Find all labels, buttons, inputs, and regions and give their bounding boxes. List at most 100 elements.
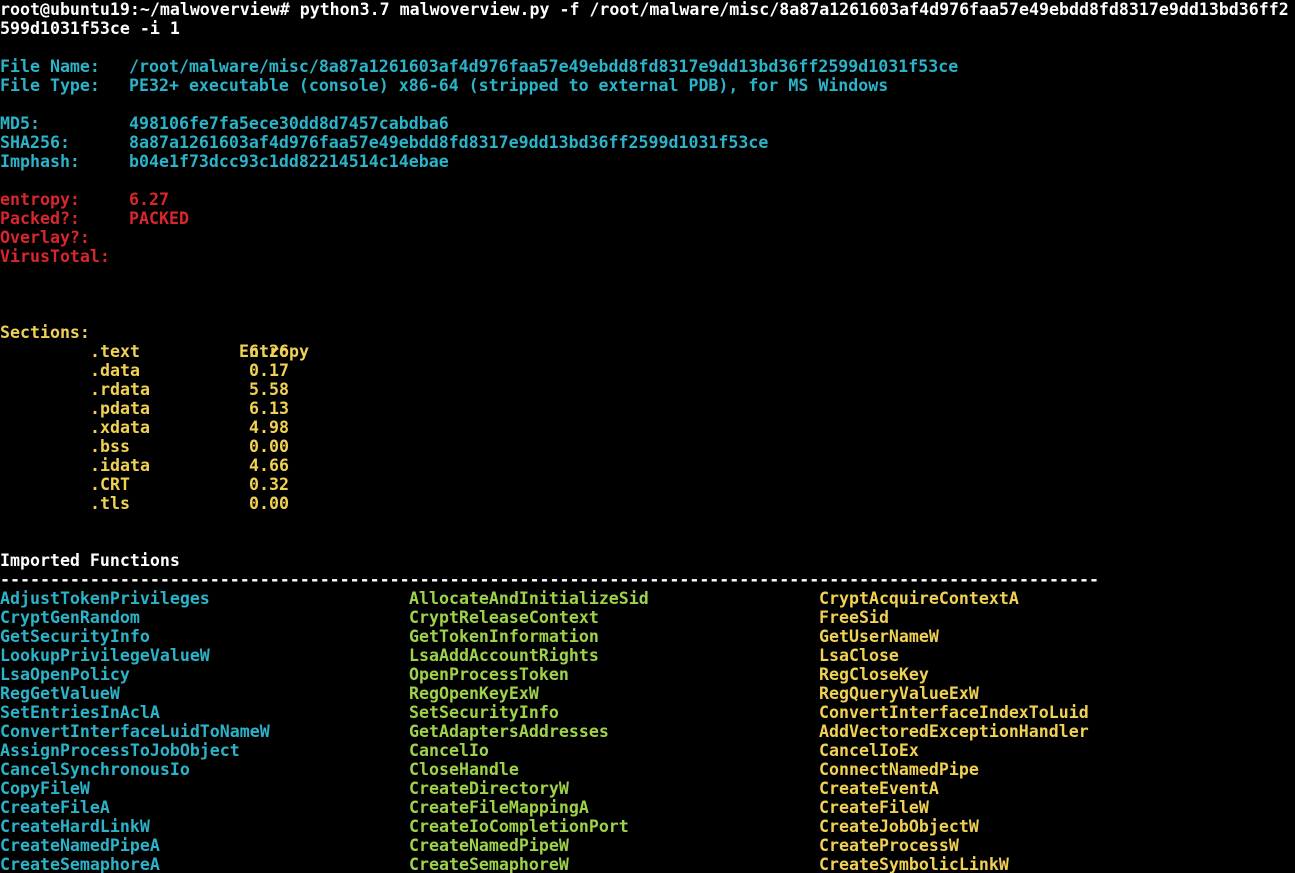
- import-function: ConnectNamedPipe: [819, 760, 979, 779]
- section-entropy: 6.13: [249, 399, 289, 418]
- import-function: CryptAcquireContextA: [819, 589, 1019, 608]
- import-row: ConvertInterfaceLuidToNameW GetAdaptersAd…: [0, 722, 1295, 741]
- file-type-value: PE32+ executable (console) x86-64 (strip…: [129, 76, 889, 95]
- import-function: CreateFileMappingA: [409, 798, 589, 817]
- section-row: .data 0.17: [0, 361, 1295, 380]
- import-row: CreateSemaphoreA CreateSemaphoreW CreateSy…: [0, 855, 1295, 873]
- import-function: LookupPrivilegeValueW: [0, 646, 210, 665]
- section-row: .bss 0.00: [0, 437, 1295, 456]
- import-function: CopyFileW: [0, 779, 90, 798]
- import-function: LsaAddAccountRights: [409, 646, 599, 665]
- section-entropy: 4.98: [249, 418, 289, 437]
- entropy-value: 6.27: [129, 190, 169, 209]
- section-entropy: 0.17: [249, 361, 289, 380]
- md5-value: 498106fe7fa5ece30dd8d7457cabdba6: [129, 114, 449, 133]
- import-row: CreateFileA CreateFileMappingA CreateFileW: [0, 798, 1295, 817]
- import-function: CryptReleaseContext: [409, 608, 599, 627]
- section-name: .xdata: [90, 418, 150, 437]
- packed-row: Packed?: PACKED: [0, 209, 1295, 228]
- import-function: AddVectoredExceptionHandler: [819, 722, 1089, 741]
- import-function: AllocateAndInitializeSid: [409, 589, 649, 608]
- import-function: AssignProcessToJobObject: [0, 741, 240, 760]
- sha256-label: SHA256:: [0, 133, 70, 152]
- import-function: RegCloseKey: [819, 665, 929, 684]
- section-entropy: 0.32: [249, 475, 289, 494]
- imports-title: Imported Functions: [0, 551, 180, 570]
- import-function: CloseHandle: [409, 760, 519, 779]
- import-row: LsaOpenPolicy OpenProcessToken RegCloseKey: [0, 665, 1295, 684]
- import-function: GetUserNameW: [819, 627, 939, 646]
- imports-list: AdjustTokenPrivileges AllocateAndInitiali…: [0, 589, 1295, 873]
- import-function: CreateHardLinkW: [0, 817, 150, 836]
- command-line: root@ubuntu19:~/malwoverview# python3.7 …: [0, 0, 1289, 19]
- import-function: GetTokenInformation: [409, 627, 599, 646]
- section-row: .idata 4.66: [0, 456, 1295, 475]
- packed-value: PACKED: [129, 209, 189, 228]
- file-type-row: File Type: PE32+ executable (console) x8…: [0, 76, 1295, 95]
- imphash-label: Imphash:: [0, 152, 80, 171]
- import-function: RegOpenKeyExW: [409, 684, 539, 703]
- import-function: SetSecurityInfo: [409, 703, 559, 722]
- import-function: RegGetValueW: [0, 684, 120, 703]
- section-row: .tls 0.00: [0, 494, 1295, 513]
- import-function: CreateNamedPipeA: [0, 836, 160, 855]
- section-name: .pdata: [90, 399, 150, 418]
- import-row: GetSecurityInfo GetTokenInformation GetUse…: [0, 627, 1295, 646]
- file-type-label: File Type:: [0, 76, 100, 95]
- import-row: AdjustTokenPrivileges AllocateAndInitiali…: [0, 589, 1295, 608]
- import-row: LookupPrivilegeValueW LsaAddAccountRights…: [0, 646, 1295, 665]
- sha256-row: SHA256: 8a87a1261603af4d976faa57e49ebdd8…: [0, 133, 1295, 152]
- import-function: OpenProcessToken: [409, 665, 569, 684]
- file-name-label: File Name:: [0, 57, 100, 76]
- section-name: .tls: [90, 494, 130, 513]
- section-name: .rdata: [90, 380, 150, 399]
- file-name-row: File Name: /root/malware/misc/8a87a12616…: [0, 57, 1295, 76]
- import-function: CancelIo: [409, 741, 489, 760]
- import-row: CancelSynchronousIo CloseHandle ConnectNam…: [0, 760, 1295, 779]
- import-row: CryptGenRandom CryptReleaseContext FreeSid: [0, 608, 1295, 627]
- virustotal-row: VirusTotal:: [0, 247, 1295, 266]
- section-entropy: 0.00: [249, 494, 289, 513]
- import-function: CancelSynchronousIo: [0, 760, 190, 779]
- import-function: GetAdaptersAddresses: [409, 722, 609, 741]
- overlay-label: Overlay?:: [0, 228, 90, 247]
- import-function: CreateIoCompletionPort: [409, 817, 629, 836]
- section-name: .idata: [90, 456, 150, 475]
- import-row: CreateHardLinkW CreateIoCompletionPort Cre…: [0, 817, 1295, 836]
- import-function: FreeSid: [819, 608, 889, 627]
- import-function: CreateSemaphoreW: [409, 855, 569, 873]
- entropy-row: entropy: 6.27: [0, 190, 1295, 209]
- section-row: .xdata 4.98: [0, 418, 1295, 437]
- sections-list: .text 6.26 .data 0.17 .rdata 5.58 .pdata 6.13 .x…: [0, 342, 1295, 513]
- import-function: CreateFileA: [0, 798, 110, 817]
- sections-header: Sections: Entropy: [0, 304, 1295, 361]
- import-function: GetSecurityInfo: [0, 627, 150, 646]
- import-function: CreateDirectoryW: [409, 779, 569, 798]
- virustotal-label: VirusTotal:: [0, 247, 110, 266]
- imports-separator: ----------------------------------------…: [0, 570, 1099, 589]
- section-name: .data: [90, 361, 140, 380]
- section-row: .CRT 0.32: [0, 475, 1295, 494]
- import-function: CryptGenRandom: [0, 608, 140, 627]
- md5-label: MD5:: [0, 114, 40, 133]
- import-row: CopyFileW CreateDirectoryW CreateEventA: [0, 779, 1295, 798]
- import-function: CreateJobObjectW: [819, 817, 979, 836]
- file-name-value: /root/malware/misc/8a87a1261603af4d976fa…: [129, 57, 959, 76]
- import-function: CreateNamedPipeW: [409, 836, 569, 855]
- section-entropy: 6.26: [249, 342, 289, 361]
- import-row: RegGetValueW RegOpenKeyExW RegQueryValueEx…: [0, 684, 1295, 703]
- import-function: ConvertInterfaceLuidToNameW: [0, 722, 270, 741]
- import-function: ConvertInterfaceIndexToLuid: [819, 703, 1089, 722]
- terminal-window[interactable]: root@ubuntu19:~/malwoverview# python3.7 …: [0, 0, 1295, 873]
- md5-row: MD5: 498106fe7fa5ece30dd8d7457cabdba6: [0, 114, 1295, 133]
- packed-label: Packed?:: [0, 209, 80, 228]
- import-function: SetEntriesInAclA: [0, 703, 160, 722]
- section-entropy: 0.00: [249, 437, 289, 456]
- import-row: SetEntriesInAclA SetSecurityInfo ConvertIn…: [0, 703, 1295, 722]
